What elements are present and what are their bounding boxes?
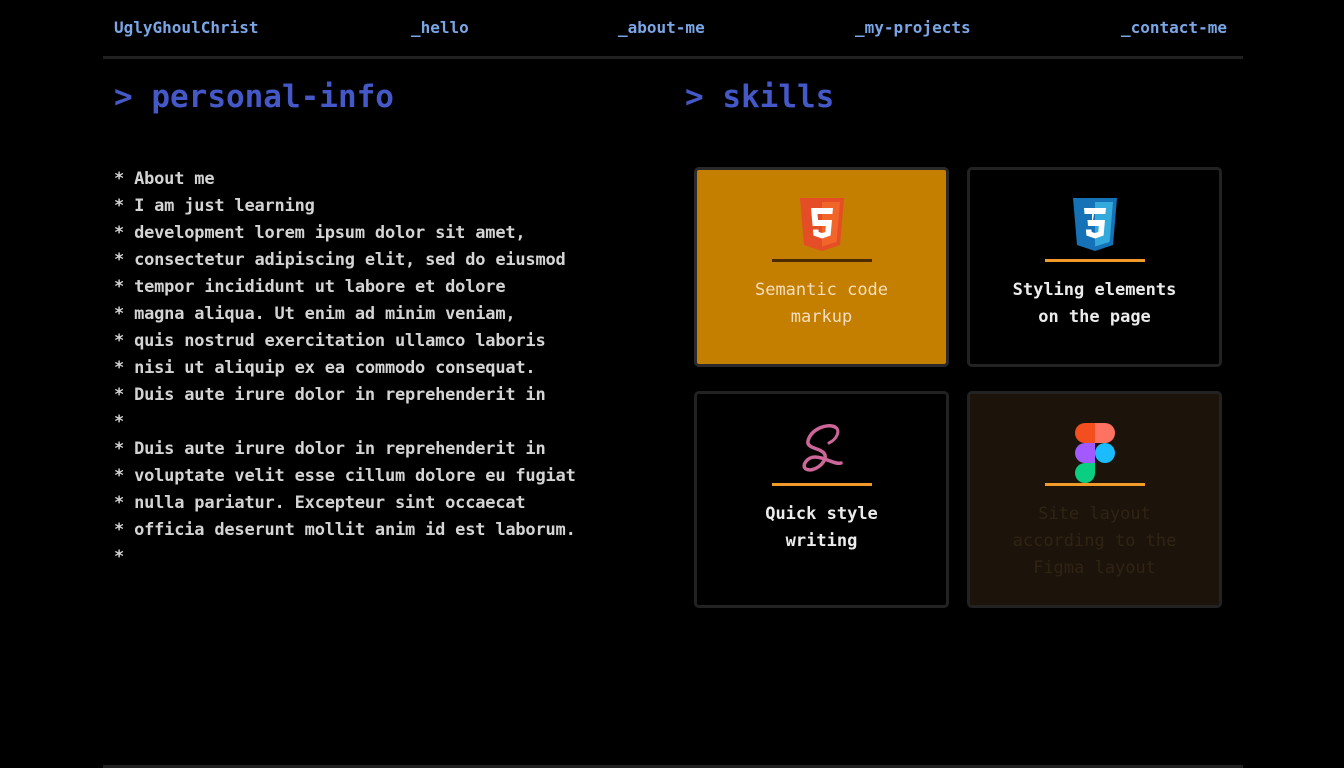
skill-card-label: Semantic code markup [707, 277, 936, 331]
html5-icon [797, 197, 847, 253]
label-line: on the page [1038, 307, 1151, 327]
info-line: * voluptate velit esse cillum dolore eu … [114, 466, 576, 486]
skill-card-label: Site layout according to the Figma layou… [980, 501, 1209, 582]
info-line: * tempor incididunt ut labore et dolore [114, 277, 506, 297]
label-line: writing [785, 531, 858, 551]
nav-link-my-projects[interactable]: _my-projects [855, 18, 971, 38]
skills-title: > skills [685, 79, 835, 115]
nav-link-about-me[interactable]: _about-me [618, 18, 705, 38]
skill-card-divider [1044, 483, 1145, 486]
info-line: * nulla pariatur. Excepteur sint occaeca… [114, 493, 526, 513]
logo-link[interactable]: UglyGhoulChrist [114, 18, 259, 38]
info-line: * quis nostrud exercitation ullamco labo… [114, 331, 546, 351]
nav-link-contact-me[interactable]: _contact-me [1121, 18, 1227, 38]
info-line: * consectetur adipiscing elit, sed do ei… [114, 250, 566, 270]
label-line: Figma layout [1033, 558, 1156, 578]
skill-card-divider [1044, 259, 1145, 262]
info-line: * I am just learning [114, 196, 315, 216]
sass-icon [797, 421, 847, 477]
info-line: * magna aliqua. Ut enim ad minim veniam, [114, 304, 516, 324]
label-line: Quick style [765, 504, 878, 524]
label-line: Styling elements [1012, 280, 1177, 300]
top-nav: UglyGhoulChrist _hello _about-me _my-pro… [103, 0, 1243, 59]
info-line: * [114, 412, 125, 432]
skill-card-html[interactable]: Semantic code markup [694, 167, 949, 367]
skill-card-label: Styling elements on the page [980, 277, 1209, 331]
info-line: * Duis aute irure dolor in reprehenderit… [114, 439, 546, 459]
figma-icon [1070, 421, 1120, 483]
skill-card-sass[interactable]: Quick style writing [694, 391, 949, 608]
label-line: Site layout [1038, 504, 1151, 524]
info-line: * nisi ut aliquip ex ea commodo consequa… [114, 358, 536, 378]
label-line: markup [790, 307, 853, 327]
nav-link-hello[interactable]: _hello [411, 18, 469, 38]
skill-card-divider [771, 259, 872, 262]
personal-info-title: > personal-info [114, 79, 394, 115]
css3-icon [1070, 197, 1120, 253]
personal-info-list: * About me * I am just learning * develo… [114, 166, 674, 571]
label-line: Semantic code [754, 280, 889, 300]
info-line: * officia deserunt mollit anim id est la… [114, 520, 576, 540]
label-line: according to the [1012, 531, 1177, 551]
info-line: * development lorem ipsum dolor sit amet… [114, 223, 526, 243]
skill-card-divider [771, 483, 872, 486]
skill-card-figma[interactable]: Site layout according to the Figma layou… [967, 391, 1222, 608]
info-line: * Duis aute irure dolor in reprehenderit… [114, 385, 546, 405]
skill-card-css[interactable]: Styling elements on the page [967, 167, 1222, 367]
skill-card-label: Quick style writing [707, 501, 936, 555]
info-line: * [114, 547, 125, 567]
info-line: * About me [114, 169, 215, 189]
page: UglyGhoulChrist _hello _about-me _my-pro… [0, 0, 1344, 768]
